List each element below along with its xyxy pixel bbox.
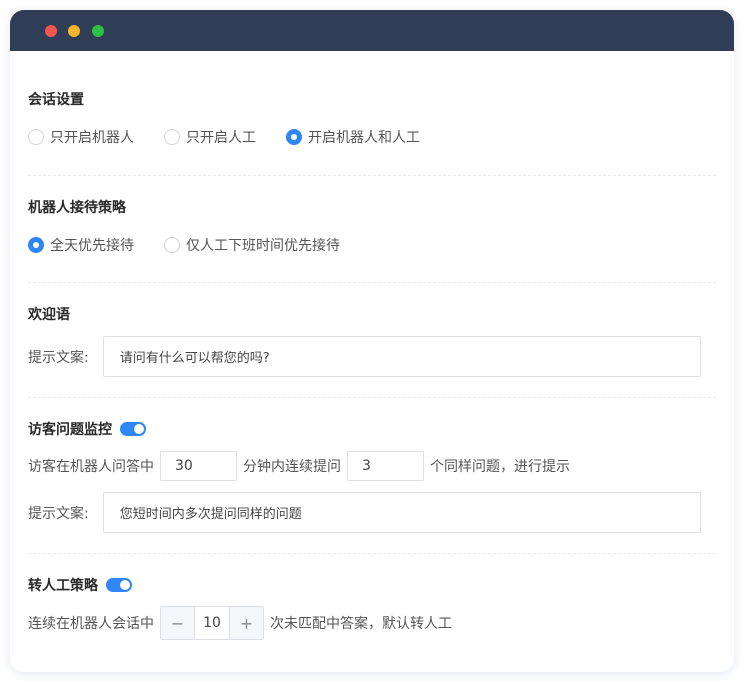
radio-label: 只开启人工	[186, 130, 256, 146]
radio-label: 全天优先接待	[50, 238, 134, 254]
monitor-text-3: 个同样问题，进行提示	[430, 459, 570, 475]
stepper-value[interactable]: 10	[194, 607, 230, 639]
monitor-text-1: 访客在机器人问答中	[28, 459, 154, 475]
robot-strategy-option-1[interactable]: 全天优先接待	[28, 235, 134, 255]
close-window-button[interactable]	[45, 25, 57, 37]
divider	[28, 397, 716, 398]
maximize-window-button[interactable]	[92, 25, 104, 37]
radio-label: 开启机器人和人工	[308, 130, 420, 146]
monitor-minutes-input[interactable]	[160, 451, 237, 481]
transfer-text-1: 连续在机器人会话中	[28, 616, 154, 632]
session-option-2[interactable]: 只开启人工	[164, 127, 256, 147]
transfer-title-text: 转人工策略	[28, 578, 98, 594]
radio-label: 仅人工下班时间优先接待	[186, 238, 340, 254]
session-radio-group: 只开启机器人 只开启人工 开启机器人和人工	[28, 117, 450, 157]
welcome-text-row: 提示文案:	[28, 336, 701, 377]
transfer-condition-row: 连续在机器人会话中 − 10 + 次未匹配中答案，默认转人工	[28, 606, 452, 640]
section-title-session: 会话设置	[28, 92, 84, 108]
radio-circle[interactable]	[164, 237, 180, 253]
divider	[28, 175, 716, 176]
transfer-toggle[interactable]	[106, 578, 132, 592]
section-title-monitor: 访客问题监控	[28, 419, 146, 439]
monitor-toggle[interactable]	[120, 422, 146, 436]
settings-content: 会话设置 只开启机器人 只开启人工 开启机器人和人工 机器人接待策略 全天优先接待 仅…	[10, 51, 734, 672]
welcome-text-input[interactable]	[102, 336, 701, 377]
monitor-text-label: 提示文案:	[28, 505, 89, 522]
robot-strategy-radio-group: 全天优先接待 仅人工下班时间优先接待	[28, 225, 370, 265]
monitor-text-row: 提示文案:	[28, 492, 701, 533]
settings-window: 会话设置 只开启机器人 只开启人工 开启机器人和人工 机器人接待策略 全天优先接待 仅…	[10, 10, 734, 672]
monitor-text-input[interactable]	[102, 492, 701, 533]
robot-strategy-option-2[interactable]: 仅人工下班时间优先接待	[164, 235, 340, 255]
transfer-text-2: 次未匹配中答案，默认转人工	[270, 616, 452, 632]
monitor-text-2: 分钟内连续提问	[243, 459, 341, 475]
divider	[28, 553, 716, 554]
monitor-count-input[interactable]	[347, 451, 424, 481]
monitor-title-text: 访客问题监控	[28, 422, 112, 438]
radio-circle[interactable]	[28, 237, 44, 253]
transfer-count-stepper: − 10 +	[160, 606, 264, 640]
stepper-decrement-button[interactable]: −	[161, 607, 194, 639]
radio-circle[interactable]	[28, 129, 44, 145]
stepper-increment-button[interactable]: +	[230, 607, 263, 639]
welcome-text-label: 提示文案:	[28, 349, 89, 366]
divider	[28, 282, 716, 283]
radio-circle[interactable]	[164, 129, 180, 145]
section-title-welcome: 欢迎语	[28, 307, 70, 323]
monitor-condition-row: 访客在机器人问答中 分钟内连续提问 个同样问题，进行提示	[28, 451, 570, 481]
radio-label: 只开启机器人	[50, 130, 134, 146]
title-bar	[10, 10, 734, 51]
radio-circle[interactable]	[286, 129, 302, 145]
section-title-transfer: 转人工策略	[28, 575, 132, 595]
session-option-3[interactable]: 开启机器人和人工	[286, 127, 420, 147]
session-option-1[interactable]: 只开启机器人	[28, 127, 134, 147]
section-title-robot-strategy: 机器人接待策略	[28, 200, 126, 216]
minimize-window-button[interactable]	[68, 25, 80, 37]
